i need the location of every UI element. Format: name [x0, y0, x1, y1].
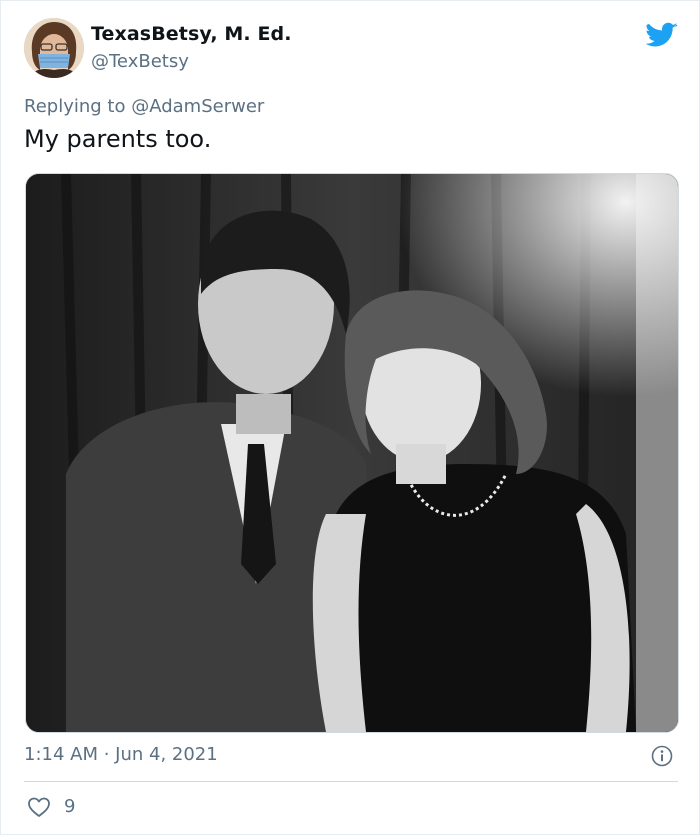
tweet-photo[interactable] [25, 173, 679, 733]
twitter-bird-icon[interactable] [646, 22, 678, 48]
reply-mention-link[interactable]: @AdamSerwer [131, 96, 264, 117]
reply-context: Replying to @AdamSerwer [24, 96, 264, 117]
tweet-card: TexasBetsy, M. Ed. @TexBetsy Replying to… [0, 0, 700, 835]
author-name[interactable]: TexasBetsy, M. Ed. [91, 23, 292, 45]
tweet-timestamp[interactable]: 1:14 AM · Jun 4, 2021 [24, 744, 218, 765]
avatar[interactable] [24, 18, 84, 78]
heart-icon[interactable] [27, 796, 51, 818]
divider [24, 781, 678, 782]
vintage-couple-photo [26, 174, 678, 732]
like-count: 9 [64, 796, 76, 817]
info-icon[interactable] [651, 745, 673, 767]
avatar-image [24, 18, 84, 78]
reply-prefix: Replying to [24, 96, 132, 117]
author-handle[interactable]: @TexBetsy [91, 51, 189, 72]
tweet-text: My parents too. [24, 125, 212, 153]
